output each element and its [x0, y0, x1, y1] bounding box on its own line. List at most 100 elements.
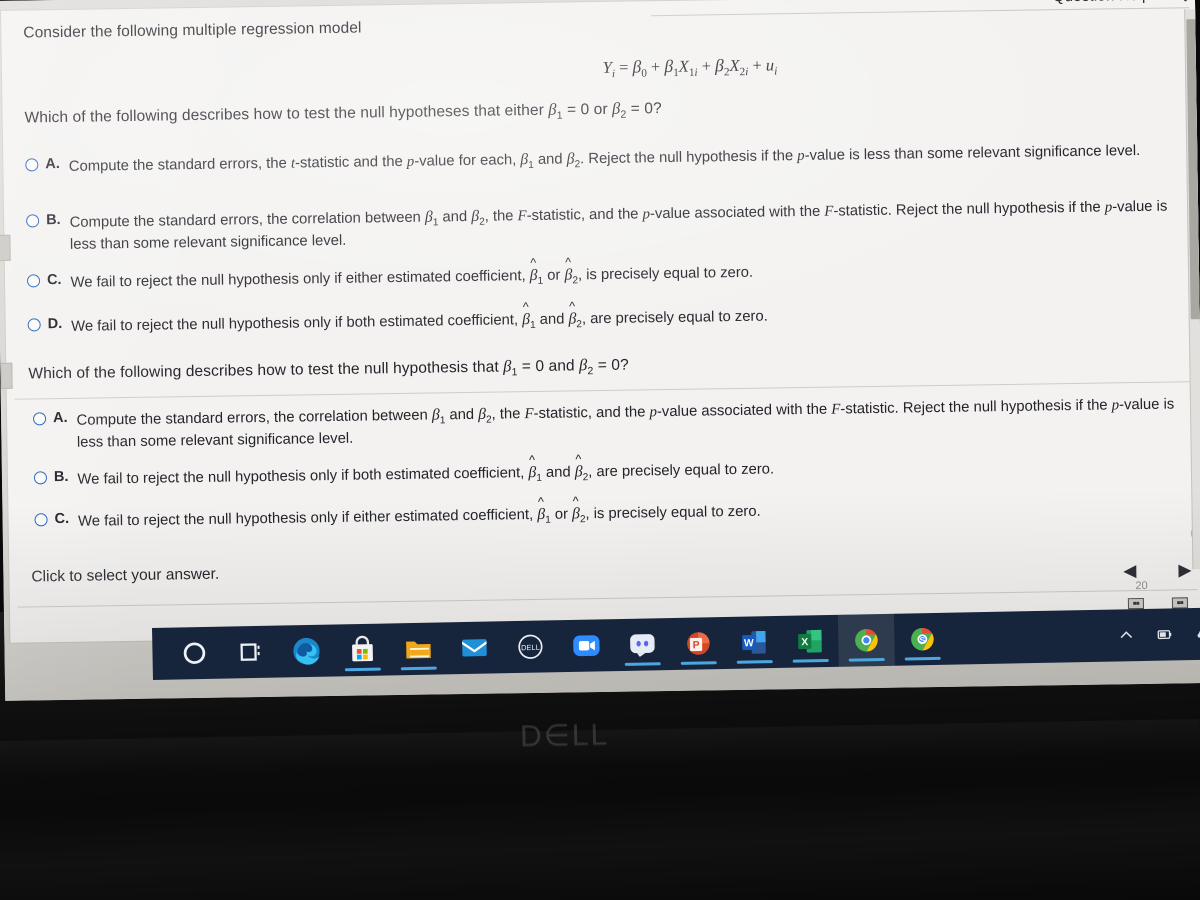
- battery-icon[interactable]: [1155, 625, 1173, 643]
- question2-prompt: Which of the following describes how to …: [28, 355, 629, 383]
- taskbar-item-zoom[interactable]: [558, 619, 615, 672]
- opt-seg: , are precisely equal to zero.: [581, 308, 768, 328]
- taskbar-item-powerpoint[interactable]: P: [670, 617, 727, 670]
- svg-text:DELL: DELL: [521, 643, 540, 652]
- taskbar-item-chrome-active[interactable]: [837, 613, 895, 667]
- previous-question-button[interactable]: ◀: [1123, 561, 1136, 580]
- question2-prompt-end: = 0?: [593, 356, 629, 375]
- opt-seg: -statistic. Reject the null hypothesis i…: [833, 199, 1105, 220]
- opt-seg: -statistic. Reject the null hypothesis i…: [840, 397, 1112, 418]
- running-indicator: [792, 659, 829, 663]
- option-text: We fail to reject the null hypothesis on…: [77, 452, 775, 488]
- opt-seg: or: [550, 506, 573, 523]
- question1-option-a[interactable]: A. Compute the standard errors, the t-st…: [25, 139, 1175, 180]
- system-tray[interactable]: [1117, 624, 1200, 644]
- opt-em: F: [517, 208, 527, 225]
- next-question-button[interactable]: ▶: [1178, 560, 1191, 579]
- question-help-link[interactable]: Question Help ▼: [1053, 0, 1167, 5]
- opt-seg: -statistic and the: [294, 153, 407, 172]
- taskbar-item-cortana[interactable]: [166, 627, 223, 680]
- question1-prompt: Which of the following describes how to …: [24, 98, 662, 127]
- opt-seg: -value associated with the: [656, 401, 832, 421]
- chevron-down-icon: ▼: [1155, 0, 1167, 3]
- option-letter: C.: [46, 271, 62, 289]
- navigation-arrows[interactable]: ◀ ▶: [1123, 560, 1191, 580]
- question2-option-b[interactable]: B. We fail to reject the null hypothesis…: [33, 452, 1184, 493]
- question-help-label: Question Help: [1053, 0, 1151, 5]
- dell-icon: DELL: [518, 634, 543, 659]
- question1-option-c[interactable]: C. We fail to reject the null hypothesis…: [26, 255, 1177, 296]
- powerpoint-icon: P: [687, 632, 710, 655]
- gear-icon[interactable]: [1175, 0, 1195, 3]
- option-text: Compute the standard errors, the t-stati…: [68, 142, 1141, 175]
- opt-seg: Compute the standard errors, the correla…: [69, 209, 426, 231]
- taskbar-item-discord[interactable]: [614, 618, 671, 671]
- show-hidden-icons-icon[interactable]: [1117, 626, 1135, 644]
- taskbar-item-microsoft-edge[interactable]: [278, 625, 335, 678]
- question2-option-c[interactable]: C. We fail to reject the null hypothesis…: [34, 494, 1184, 535]
- taskbar-item-chrome[interactable]: S: [894, 613, 951, 666]
- opt-seg: , the: [484, 208, 518, 225]
- radio-button[interactable]: [34, 513, 48, 527]
- keyboard-icon[interactable]: ■■: [1171, 597, 1189, 609]
- option-letter: D.: [47, 315, 63, 333]
- opt-em: F: [524, 405, 534, 423]
- radio-button[interactable]: [26, 214, 40, 228]
- question1-option-b[interactable]: B. Compute the standard errors, the corr…: [26, 195, 1175, 256]
- laptop-screen: Question Help ▼ Consider the following m…: [0, 0, 1200, 701]
- footer-divider: [17, 589, 1198, 608]
- radio-button[interactable]: [32, 412, 47, 426]
- opt-seg: or: [543, 267, 565, 284]
- taskbar-item-microsoft-store[interactable]: [334, 623, 391, 676]
- svg-text:P: P: [693, 640, 700, 651]
- option-text: We fail to reject the null hypothesis on…: [70, 255, 754, 291]
- opt-seg: We fail to reject the null hypothesis on…: [77, 465, 529, 488]
- taskbar-item-task-view[interactable]: [222, 626, 279, 679]
- opt-seg: and: [535, 311, 569, 328]
- left-edge-stub: [0, 234, 11, 261]
- weather-cloud-icon[interactable]: [1193, 625, 1200, 643]
- radio-button[interactable]: [26, 274, 41, 288]
- mail-icon: [462, 639, 487, 657]
- opt-seg: Compute the standard errors, the: [68, 155, 292, 175]
- radio-button[interactable]: [25, 158, 39, 172]
- running-indicator: [400, 666, 437, 671]
- opt-seg: -value for each,: [414, 152, 521, 170]
- opt-seg: -value associated with the: [649, 203, 825, 223]
- photo-of-laptop-screen: D∈LL Question Help ▼ Consider the follow…: [0, 0, 1200, 900]
- opt-seg: , is precisely equal to zero.: [577, 264, 754, 284]
- radio-button[interactable]: [27, 318, 41, 332]
- word-icon: W: [742, 630, 766, 654]
- taskbar-item-excel[interactable]: X: [782, 615, 839, 668]
- radio-button[interactable]: [33, 471, 48, 485]
- question2-prompt-pre: Which of the following describes how to …: [28, 358, 504, 383]
- question-intro: Consider the following multiple regressi…: [23, 19, 362, 42]
- svg-text:W: W: [744, 638, 754, 649]
- option-text: Compute the standard errors, the correla…: [69, 198, 1168, 253]
- question2-prompt-mid: = 0 and: [517, 357, 580, 376]
- taskbar-item-dell[interactable]: DELL: [502, 620, 559, 673]
- scrollbar-thumb[interactable]: [1186, 19, 1200, 320]
- answer-instruction: Click to select your answer.: [31, 565, 220, 586]
- question2-option-a[interactable]: A. Compute the standard errors, the corr…: [32, 393, 1180, 453]
- opt-seg: , are precisely equal to zero.: [588, 461, 775, 481]
- opt-seg: and: [533, 151, 567, 168]
- option-letter: A.: [52, 409, 68, 427]
- taskbar-item-word[interactable]: W: [726, 616, 783, 669]
- page-number: 20: [1135, 579, 1148, 593]
- opt-seg: Compute the standard errors, the correla…: [76, 407, 433, 429]
- question1-prompt-pre: Which of the following describes how to …: [24, 101, 549, 127]
- header-divider: [651, 7, 1190, 17]
- option-letter: A.: [45, 155, 60, 173]
- calculator-icon[interactable]: ■■: [1127, 597, 1145, 610]
- option-text: Compute the standard errors, the correla…: [76, 396, 1175, 451]
- taskbar-item-file-explorer[interactable]: [390, 622, 447, 675]
- opt-seg: -value is less than some relevant signif…: [804, 142, 1141, 164]
- zoom-icon: [573, 635, 600, 657]
- taskbar-item-mail[interactable]: [446, 621, 503, 674]
- vertical-scrollbar[interactable]: [1184, 9, 1200, 570]
- opt-seg: -statistic, and the: [533, 404, 650, 422]
- question1-option-d[interactable]: D. We fail to reject the null hypothesis…: [27, 299, 1178, 340]
- option-letter: B.: [46, 211, 61, 229]
- microsoft-edge-icon: [293, 637, 320, 665]
